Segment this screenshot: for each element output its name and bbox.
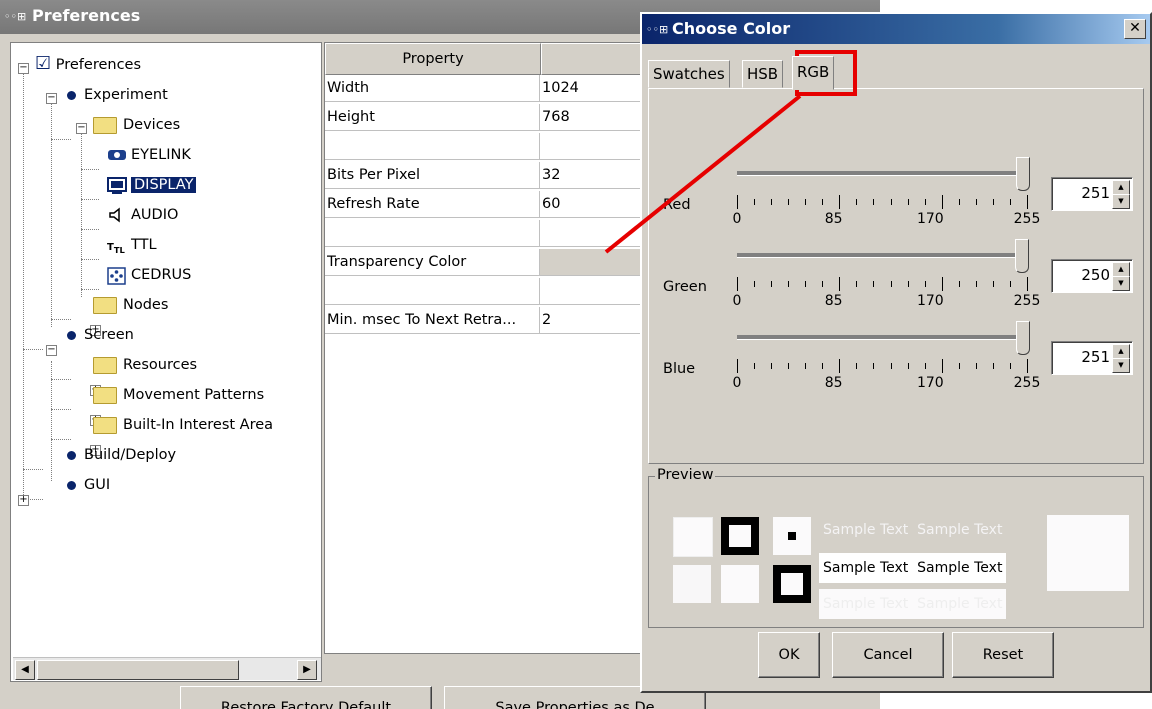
annotation-arrow [604, 94, 802, 254]
tab-rgb[interactable]: RGB [792, 56, 835, 90]
